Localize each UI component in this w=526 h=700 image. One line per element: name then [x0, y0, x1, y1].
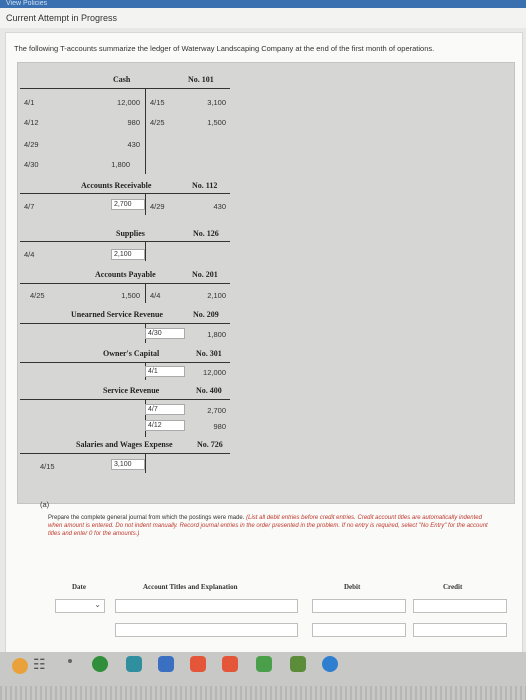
supplies-number: No. 126 — [193, 229, 219, 238]
oc-credit-amount: 12,000 — [203, 368, 226, 377]
instructions: Prepare the complete general journal fro… — [48, 514, 488, 539]
sr-credit-amount: 980 — [213, 422, 226, 431]
attempt-status: Current Attempt in Progress — [6, 13, 118, 23]
office-icon[interactable] — [222, 656, 238, 672]
ar-title: Accounts Receivable — [81, 181, 152, 190]
cash-debit-amount: 1,800 — [111, 160, 130, 169]
ap-debit-amount: 1,500 — [121, 291, 140, 300]
usr-credit-date: 4/30 — [145, 328, 185, 339]
sheets-icon[interactable] — [256, 656, 272, 672]
cash-number: No. 101 — [188, 75, 214, 84]
cash-debit-amount: 430 — [127, 140, 140, 149]
swe-number: No. 726 — [197, 440, 223, 449]
header: Current Attempt in Progress — [0, 8, 526, 28]
oc-credit-date: 4/1 — [145, 366, 185, 377]
cash-debit-date: 4/1 — [24, 98, 35, 107]
top-bar: View Policies — [0, 0, 526, 8]
dot-icon — [68, 659, 72, 663]
oc-number: No. 301 — [196, 349, 222, 358]
ap-title: Accounts Payable — [95, 270, 156, 279]
ar-number: No. 112 — [192, 181, 218, 190]
ap-number: No. 201 — [192, 270, 218, 279]
usr-title: Unearned Service Revenue — [71, 310, 163, 319]
usr-number: No. 209 — [193, 310, 219, 319]
col-credit: Credit — [443, 583, 463, 591]
cash-title: Cash — [113, 75, 131, 84]
sr-number: No. 400 — [196, 386, 222, 395]
credit-input-2[interactable] — [413, 623, 507, 637]
sr-credit-amount: 2,700 — [207, 406, 226, 415]
supplies-debit-amount: 2,100 — [111, 249, 145, 260]
ap-debit-date: 4/25 — [30, 291, 45, 300]
ar-debit-date: 4/7 — [24, 202, 35, 211]
account-title-input-2[interactable] — [115, 623, 298, 637]
chrome-icon[interactable] — [322, 656, 338, 672]
cash-credit-amount: 1,500 — [207, 118, 226, 127]
browser-icon[interactable] — [92, 656, 108, 672]
debit-input-2[interactable] — [312, 623, 406, 637]
usr-credit-amount: 1,800 — [207, 330, 226, 339]
debit-input-1[interactable] — [312, 599, 406, 613]
cash-credit-amount: 3,100 — [207, 98, 226, 107]
sr-title: Service Revenue — [103, 386, 160, 395]
col-debit: Debit — [344, 583, 361, 591]
swe-debit-date: 4/15 — [40, 462, 55, 471]
ar-debit-amount: 2,700 — [111, 199, 145, 210]
media-icon[interactable] — [290, 656, 306, 672]
cash-debit-date: 4/29 — [24, 140, 39, 149]
cash-debit-amount: 980 — [127, 118, 140, 127]
instructions-main: Prepare the complete general journal fro… — [48, 515, 245, 521]
cash-debit-amount: 12,000 — [117, 98, 140, 107]
ar-credit-amount: 430 — [213, 202, 226, 211]
sr-credit-date: 4/12 — [145, 420, 185, 431]
app-icon[interactable] — [12, 658, 28, 674]
supplies-debit-date: 4/4 — [24, 250, 35, 259]
sr-credit-date: 4/7 — [145, 404, 185, 415]
wifi-icon[interactable]: ☷ — [33, 656, 46, 673]
chevron-down-icon: ⌄ — [94, 600, 101, 609]
ar-credit-date: 4/29 — [150, 202, 165, 211]
cash-debit-date: 4/12 — [24, 118, 39, 127]
taskbar-texture — [0, 686, 526, 700]
notes-icon[interactable] — [158, 656, 174, 672]
swe-debit-amount: 3,100 — [111, 459, 145, 470]
ap-credit-date: 4/4 — [150, 291, 161, 300]
supplies-title: Supplies — [116, 229, 145, 238]
cash-debit-date: 4/30 — [24, 160, 39, 169]
col-date: Date — [72, 583, 86, 591]
question-intro: The following T-accounts summarize the l… — [14, 44, 435, 53]
credit-input-1[interactable] — [413, 599, 507, 613]
office-icon[interactable] — [190, 656, 206, 672]
camera-icon[interactable] — [126, 656, 142, 672]
part-label: (a) — [40, 500, 50, 509]
ap-credit-amount: 2,100 — [207, 291, 226, 300]
col-account-titles: Account Titles and Explanation — [143, 583, 238, 591]
cash-credit-date: 4/15 — [150, 98, 165, 107]
view-policies-link[interactable]: View Policies — [6, 0, 47, 7]
oc-title: Owner's Capital — [103, 349, 160, 358]
cash-credit-date: 4/25 — [150, 118, 165, 127]
account-title-input-1[interactable] — [115, 599, 298, 613]
swe-title: Salaries and Wages Expense — [76, 440, 173, 449]
date-select[interactable]: ⌄ — [55, 599, 105, 613]
